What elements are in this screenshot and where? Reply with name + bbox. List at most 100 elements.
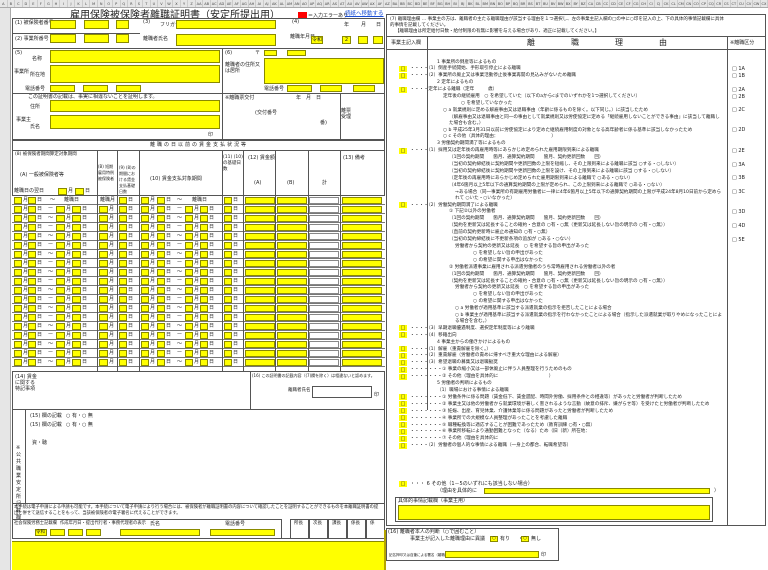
wage-b[interactable] (277, 242, 307, 249)
pay-end-month[interactable] (185, 251, 193, 258)
wage-b[interactable] (277, 269, 307, 276)
pay-end-month[interactable] (185, 359, 193, 366)
column-header[interactable]: BD (414, 0, 422, 7)
remarks[interactable] (342, 197, 382, 204)
wage-b[interactable] (277, 332, 307, 339)
reason-checkbox[interactable]: □ (399, 442, 407, 449)
column-header[interactable]: CB (595, 0, 603, 7)
insured-b-month[interactable] (99, 251, 108, 258)
period-start-month[interactable] (14, 305, 22, 312)
period-end-month[interactable] (56, 224, 65, 231)
pay-start-day[interactable] (157, 260, 165, 267)
period-start-day[interactable] (28, 287, 36, 294)
column-header[interactable]: CQ (708, 0, 716, 7)
pay-end-day[interactable] (200, 332, 208, 339)
period-end-month[interactable] (56, 287, 65, 294)
pay-start-month[interactable] (141, 350, 149, 357)
column-header[interactable]: BB (399, 0, 407, 7)
base-days[interactable] (119, 287, 127, 294)
column-header[interactable]: BX (565, 0, 573, 7)
wage-a[interactable] (245, 224, 275, 231)
pay-start-month[interactable] (141, 314, 149, 321)
insured-b-month[interactable] (99, 350, 108, 357)
period-end-day[interactable] (72, 206, 81, 213)
wage-b[interactable] (277, 197, 307, 204)
postal-code-1[interactable] (264, 50, 277, 56)
remarks[interactable] (342, 260, 382, 267)
period-end-month[interactable] (56, 341, 65, 348)
pay-start-day[interactable] (157, 269, 165, 276)
reason-checkbox[interactable]: □ (399, 401, 407, 408)
reason-checkbox[interactable]: □ (399, 147, 407, 154)
period-start-month[interactable] (14, 350, 22, 357)
reason-checkbox[interactable]: □ (399, 408, 407, 415)
period-end-day[interactable] (72, 215, 81, 222)
period-end-month[interactable] (56, 323, 65, 330)
pay-base-days[interactable] (224, 350, 232, 357)
pay-end-month[interactable] (185, 314, 193, 321)
reason-checkbox[interactable]: □ (399, 359, 407, 366)
pay-end-month[interactable] (185, 323, 193, 330)
base-days[interactable] (119, 314, 127, 321)
continue-sheet-link[interactable]: 続紙へ移動する (345, 11, 384, 17)
period-start-month[interactable] (14, 260, 22, 267)
wage-b[interactable] (277, 305, 307, 312)
column-header[interactable]: CU (738, 0, 746, 7)
separated-phone-3[interactable] (353, 85, 375, 92)
column-header[interactable]: D (23, 0, 31, 7)
period-end-day[interactable] (72, 323, 81, 330)
pay-start-month[interactable] (141, 278, 149, 285)
section15a-yes[interactable]: ○ 有・○ 無 (66, 413, 93, 419)
column-header[interactable]: CK (663, 0, 671, 7)
column-header[interactable]: J (68, 0, 76, 7)
period-start-month[interactable] (14, 314, 22, 321)
pay-end-day[interactable] (200, 287, 208, 294)
pay-start-month[interactable] (141, 233, 149, 240)
period-start-month[interactable] (14, 332, 22, 339)
wage-a[interactable] (245, 233, 275, 240)
column-header[interactable]: AM (286, 0, 294, 7)
column-header[interactable]: BH (444, 0, 452, 7)
column-header[interactable]: BW (557, 0, 565, 7)
pay-start-month[interactable] (141, 224, 149, 231)
pay-base-days[interactable] (224, 215, 232, 222)
pay-base-days[interactable] (224, 323, 232, 330)
category-code[interactable]: □ 3C (732, 189, 745, 196)
base-days[interactable] (119, 242, 127, 249)
column-header[interactable]: X (173, 0, 181, 7)
pay-end-day[interactable] (200, 278, 208, 285)
pay-start-month[interactable] (141, 341, 149, 348)
period-end-day[interactable] (72, 242, 81, 249)
column-header[interactable]: CO (693, 0, 701, 7)
column-header[interactable]: AR (324, 0, 332, 7)
remarks[interactable] (342, 269, 382, 276)
era-field[interactable]: 令和 (311, 36, 323, 44)
pay-start-day[interactable] (157, 287, 165, 294)
pay-end-month[interactable] (185, 233, 193, 240)
base-days[interactable] (119, 206, 127, 213)
wage-a[interactable] (245, 296, 275, 303)
reason-checkbox[interactable]: □ (399, 72, 407, 79)
signature-field[interactable] (445, 551, 539, 558)
column-header[interactable]: BA (392, 0, 400, 7)
column-header[interactable]: CJ (655, 0, 663, 7)
remarks[interactable] (342, 296, 382, 303)
remarks[interactable] (342, 314, 382, 321)
pay-base-days[interactable] (224, 251, 232, 258)
column-header[interactable]: BQ (512, 0, 520, 7)
column-header[interactable]: L (83, 0, 91, 7)
column-header[interactable]: CF (625, 0, 633, 7)
insured-b-month[interactable] (99, 359, 108, 366)
wage-b[interactable] (277, 251, 307, 258)
base-days[interactable] (119, 341, 127, 348)
pay-base-days[interactable] (224, 260, 232, 267)
period-end-day[interactable] (72, 287, 81, 294)
wage-b[interactable] (277, 341, 307, 348)
column-header[interactable]: BL (474, 0, 482, 7)
column-header[interactable]: G (45, 0, 53, 7)
period-start-month[interactable] (14, 359, 22, 366)
period-end-month[interactable] (56, 269, 65, 276)
insured-b-month[interactable] (99, 269, 108, 276)
column-header[interactable]: AD (218, 0, 226, 7)
reason-checkbox[interactable]: □ (399, 422, 407, 429)
